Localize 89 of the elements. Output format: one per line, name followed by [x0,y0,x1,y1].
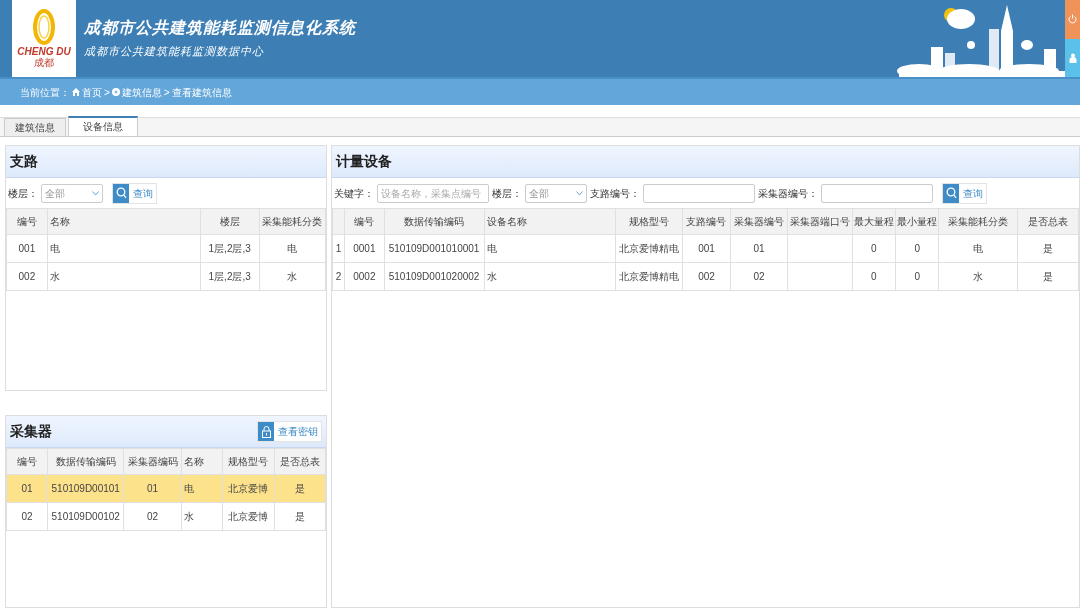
table-cell: 510109D00102 [47,502,124,531]
row-number: 1 [332,234,345,263]
table-cell: 02 [6,502,48,531]
search-icon [945,187,957,199]
user-icon [1068,52,1077,63]
filter-label: 楼层： [492,186,522,201]
table-cell: 北京爱博精电 [615,262,683,291]
breadcrumb-label: 当前位置： [20,85,70,100]
column-header: 数据传输编码 [47,448,124,475]
tab[interactable]: 设备信息 [68,116,138,136]
circle-icon [111,88,120,96]
table-row[interactable]: 01 510109D00101 01 电 北京爱博 是 [6,474,326,503]
table-cell: 水 [484,262,616,291]
table-cell: 电 [259,234,326,263]
chevron-icon [576,190,583,196]
table-cell: 01 [6,474,48,503]
floor-select[interactable]: 全部 [525,183,587,203]
column-header: 设备名称 [484,208,616,235]
column-header: 最大量程 [852,208,896,235]
table-cell: 水 [938,262,1018,291]
row-number: 2 [332,262,345,291]
column-header: 采集器编码 [123,448,182,475]
table-cell: 北京爱博精电 [615,234,683,263]
table-cell: 水 [259,262,326,291]
input-field[interactable]: 设备名称，采集点编号 [377,183,489,203]
input-field[interactable] [643,183,755,203]
lock-icon [261,425,271,438]
column-header: 采集能耗分类 [259,208,326,235]
app-subtitle: 成都市公共建筑能耗监测数据中心 [84,44,265,60]
table-cell: 02 [123,502,182,531]
breadcrumb-separator: > [163,85,170,100]
breadcrumb-separator: > [104,85,110,100]
filter-label: 关键字： [334,186,374,201]
table-cell: 01 [123,474,182,503]
home-icon [72,88,80,96]
filter-label: 支路编号： [590,186,640,201]
panel-title: 采集器 [10,422,52,441]
panel-title: 计量设备 [336,152,392,171]
table-cell: 电 [938,234,1018,263]
table-row[interactable]: 02 510109D00102 02 水 北京爱博 是 [6,502,326,531]
input-field[interactable] [821,183,933,203]
column-header: 采集器编号 [730,208,788,235]
view-key-button[interactable]: 查看密钥 [257,421,322,442]
table-cell: 是 [1017,262,1079,291]
column-header: 数据传输编码 [384,208,485,235]
column-header: 编号 [6,448,48,475]
column-header: 采集器端口号 [787,208,852,235]
search-button[interactable]: 查询 [112,182,157,204]
table-cell: 电 [484,234,616,263]
table-cell: 电 [47,234,201,263]
column-header: 规格型号 [222,448,274,475]
search-icon [115,187,127,199]
logo-text: 成都 [34,57,54,69]
power-button[interactable] [1065,0,1080,39]
column-header: 是否总表 [1017,208,1079,235]
filter-label: 采集器编号： [758,186,818,201]
table-cell: 510109D00101 [47,474,124,503]
column-header: 编号 [344,208,385,235]
user-button[interactable] [1065,38,1080,77]
column-header: 是否总表 [274,448,326,475]
column-header: 楼层 [200,208,260,235]
table-cell: 510109D001020002 [384,262,485,291]
filter-label: 楼层： [8,186,38,201]
logo-text: CHENG DU [17,46,71,57]
floor-select[interactable]: 全部 [41,183,103,203]
table-cell: 1层,2层,3 [200,262,260,291]
column-header: 最小量程 [895,208,939,235]
search-button[interactable]: 查询 [942,182,987,204]
tab[interactable]: 建筑信息 [4,118,66,136]
breadcrumb-link[interactable]: 建筑信息 [121,84,162,100]
power-icon [1068,14,1077,25]
app-title: 成都市公共建筑能耗监测信息化系统 [84,17,356,39]
column-header: 编号 [6,208,48,235]
table-cell: 水 [47,262,201,291]
column-header: 规格型号 [615,208,683,235]
table-cell: 是 [1017,234,1079,263]
chevron-icon [92,190,99,196]
breadcrumb-link[interactable]: 首页 [82,84,102,100]
table-cell: 510109D001010001 [384,234,485,263]
column-header: 支路编号 [682,208,731,235]
column-header: 名称 [47,208,201,235]
panel-title: 支路 [10,152,38,171]
logo-icon [32,8,56,46]
column-header: 采集能耗分类 [938,208,1018,235]
table-cell: 002 [6,262,48,291]
table-cell: 001 [6,234,48,263]
breadcrumb-link[interactable]: 查看建筑信息 [171,84,232,100]
table-cell: 1层,2层,3 [200,234,260,263]
column-header: 名称 [181,448,223,475]
